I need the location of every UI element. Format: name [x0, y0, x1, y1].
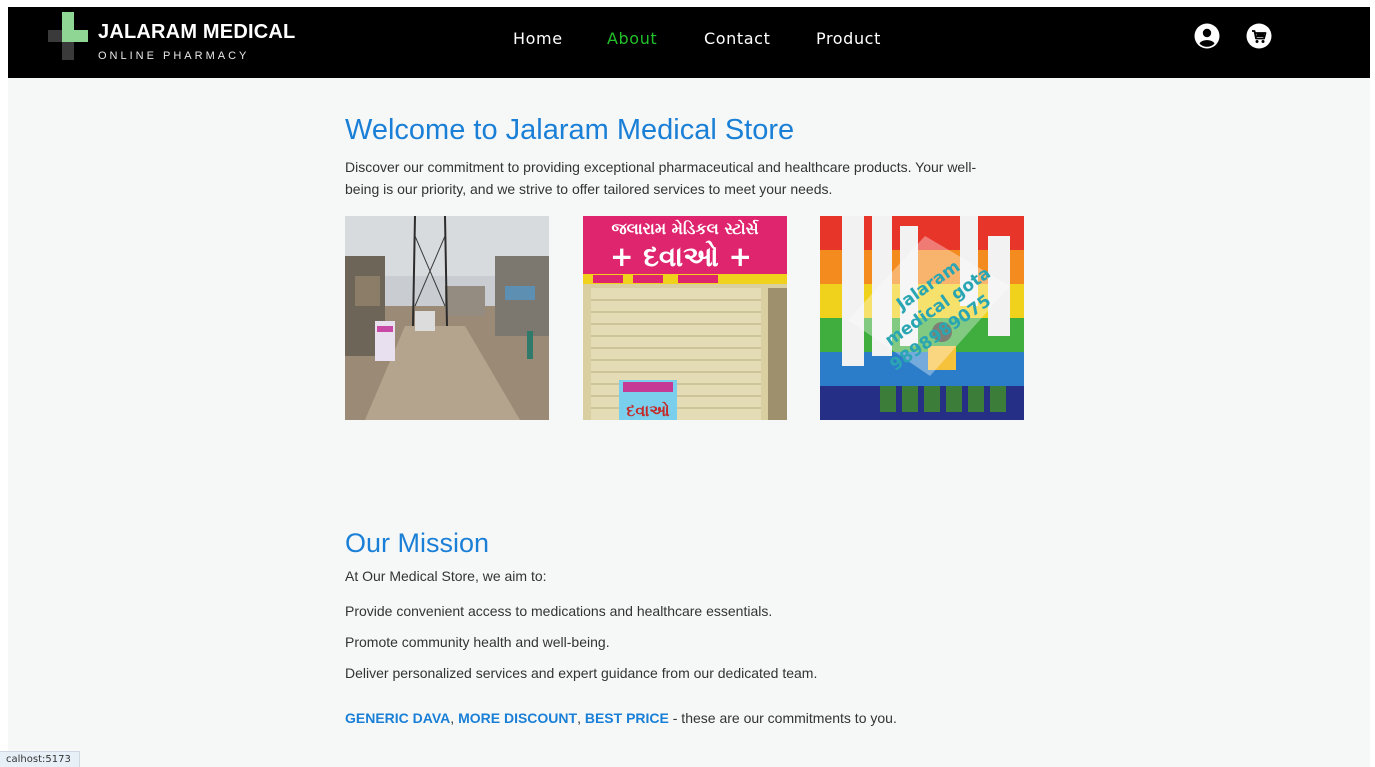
top-navbar: JALARAM MEDICAL ONLINE PHARMACY Home Abo…: [8, 7, 1370, 78]
about-content: Welcome to Jalaram Medical Store Discove…: [345, 112, 1035, 726]
medical-cross-logo-icon: [48, 12, 88, 60]
mission-heading: Our Mission: [345, 528, 490, 558]
mission-point-2: Promote community health and well-being.: [345, 634, 610, 650]
commitment-generic-dava: GENERIC DAVA: [345, 710, 451, 726]
brand-title: JALARAM MEDICAL: [98, 21, 296, 43]
commitment-separator-2: ,: [577, 710, 585, 726]
welcome-text: Discover our commitment to providing exc…: [345, 159, 977, 197]
brand-subtitle: ONLINE PHARMACY: [98, 50, 250, 62]
nav-about[interactable]: About: [607, 29, 657, 48]
commitment-line: GENERIC DAVA, MORE DISCOUNT, BEST PRICE …: [345, 710, 897, 726]
shopping-cart-icon[interactable]: [1246, 23, 1272, 49]
store-sign-main-text: + દવાઓ +: [610, 240, 752, 273]
commitment-more-discount: MORE DISCOUNT: [458, 710, 578, 726]
street-photo: [345, 216, 549, 420]
store-front-photo: જલારામ મેડિકલ સ્ટોર્સ + દવાઓ + દવાઓ: [583, 216, 787, 420]
commitment-best-price: BEST PRICE: [584, 710, 669, 726]
nav-contact[interactable]: Contact: [704, 29, 770, 48]
commitment-tail: - these are our commitments to you.: [668, 710, 897, 726]
mission-point-1: Provide convenient access to medications…: [345, 603, 773, 619]
nav-product[interactable]: Product: [816, 29, 881, 48]
brand-logo[interactable]: JALARAM MEDICAL ONLINE PHARMACY: [48, 12, 295, 72]
store-poster-text: દવાઓ: [626, 400, 670, 420]
user-account-icon[interactable]: [1194, 23, 1220, 49]
mission-lead: At Our Medical Store, we aim to:: [345, 568, 547, 584]
browser-status-url: calhost:5173: [0, 751, 80, 767]
page: JALARAM MEDICAL ONLINE PHARMACY Home Abo…: [0, 0, 1375, 767]
welcome-heading: Welcome to Jalaram Medical Store: [345, 114, 795, 146]
nav-home[interactable]: Home: [513, 29, 563, 48]
mission-section: Our Mission At Our Medical Store, we aim…: [345, 526, 1035, 726]
commitment-separator-1: ,: [450, 710, 459, 726]
store-photo-gallery: જલારામ મેડિકલ સ્ટોર્સ + દવાઓ + દવાઓ Jala…: [345, 216, 1035, 420]
store-sign-top-text: જલારામ મેડિકલ સ્ટોર્સ: [611, 218, 759, 238]
mission-point-3: Deliver personalized services and expert…: [345, 665, 818, 681]
medicine-shelf-photo: Jalaram medical gota 9898989075: [820, 216, 1024, 420]
